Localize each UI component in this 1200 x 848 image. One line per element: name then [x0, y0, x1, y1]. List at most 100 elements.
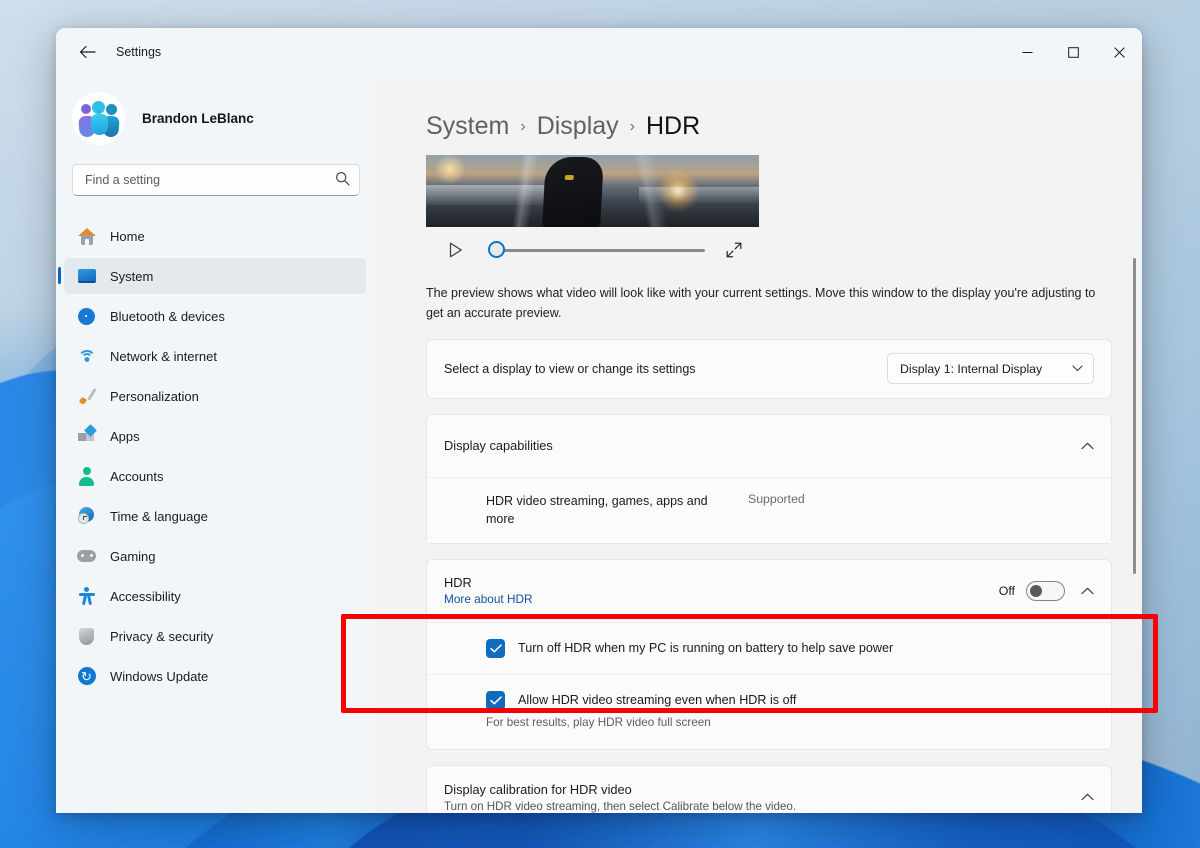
- breadcrumb-separator: ›: [520, 118, 525, 136]
- sidebar-item-label: Home: [110, 229, 145, 244]
- sidebar-item-system[interactable]: System: [64, 258, 366, 294]
- main-content: System › Display › HDR: [376, 76, 1142, 813]
- display-capabilities-header[interactable]: Display capabilities: [427, 415, 1111, 477]
- maximize-icon: [1068, 47, 1079, 58]
- apps-icon: [77, 427, 96, 446]
- sidebar-item-label: Accessibility: [110, 589, 181, 604]
- hdr-calibration-title: Display calibration for HDR video: [444, 782, 796, 797]
- sidebar-item-label: Gaming: [110, 549, 156, 564]
- minimize-button[interactable]: [1004, 28, 1050, 76]
- checkbox-checked-icon[interactable]: [486, 691, 505, 710]
- video-rail-left: [426, 185, 546, 205]
- sidebar-item-label: Personalization: [110, 389, 199, 404]
- sidebar-item-label: System: [110, 269, 153, 284]
- more-about-hdr-link[interactable]: More about HDR: [444, 592, 533, 606]
- back-button[interactable]: [70, 37, 104, 67]
- brush-icon: [77, 387, 96, 406]
- seek-track: [496, 249, 705, 252]
- sidebar-item-apps[interactable]: Apps: [64, 418, 366, 454]
- display-select-dropdown[interactable]: Display 1: Internal Display: [887, 353, 1094, 384]
- minimize-icon: [1022, 47, 1033, 58]
- update-icon: ↻: [77, 667, 96, 686]
- home-icon: [77, 227, 96, 246]
- search-box[interactable]: [72, 164, 360, 196]
- sidebar-item-gaming[interactable]: Gaming: [64, 538, 366, 574]
- wifi-icon: [77, 347, 96, 366]
- sidebar-item-label: Time & language: [110, 509, 208, 524]
- checkbox-checked-icon[interactable]: [486, 639, 505, 658]
- hdr-video-streaming-checkbox-row[interactable]: Allow HDR video streaming even when HDR …: [427, 674, 1111, 749]
- accessibility-icon: [77, 587, 96, 606]
- sidebar-item-label: Bluetooth & devices: [110, 309, 225, 324]
- arrow-left-icon: [79, 45, 96, 59]
- sidebar-item-privacy-security[interactable]: Privacy & security: [64, 618, 366, 654]
- video-preview-player: [426, 155, 759, 273]
- play-button[interactable]: [438, 242, 474, 258]
- hdr-toggle-state-label: Off: [999, 584, 1015, 598]
- toggle-knob: [1030, 585, 1042, 597]
- account-icon: [77, 467, 96, 486]
- close-button[interactable]: [1096, 28, 1142, 76]
- breadcrumb-item-display[interactable]: Display: [537, 112, 619, 141]
- chevron-down-icon: [1072, 365, 1083, 372]
- hdr-video-streaming-checkbox-label: Allow HDR video streaming even when HDR …: [518, 693, 796, 707]
- account-block[interactable]: Brandon LeBlanc: [56, 76, 376, 150]
- play-icon: [449, 242, 463, 258]
- hdr-video-streaming-hint: For best results, play HDR video full sc…: [486, 716, 796, 729]
- bluetooth-icon: ·: [77, 307, 96, 326]
- hdr-battery-checkbox-row[interactable]: Turn off HDR when my PC is running on ba…: [427, 622, 1111, 674]
- clock-globe-icon: [77, 507, 96, 526]
- sidebar: Brandon LeBlanc Home: [56, 76, 376, 813]
- hdr-header: HDR More about HDR Off: [427, 560, 1111, 622]
- hdr-toggle-group: Off: [999, 581, 1065, 601]
- sidebar-item-label: Accounts: [110, 469, 163, 484]
- maximize-button[interactable]: [1050, 28, 1096, 76]
- search-input[interactable]: [72, 164, 360, 196]
- display-selector-card: Select a display to view or change its s…: [426, 339, 1112, 399]
- display-selector-row: Select a display to view or change its s…: [427, 340, 1111, 398]
- fullscreen-button[interactable]: [717, 242, 751, 258]
- window-title: Settings: [116, 45, 161, 59]
- sidebar-item-label: Network & internet: [110, 349, 217, 364]
- settings-scroll-area: System › Display › HDR: [376, 76, 1142, 813]
- video-preview-frame: [426, 155, 759, 227]
- hdr-calibration-card: Display calibration for HDR video Turn o…: [426, 765, 1112, 813]
- video-controls: [426, 227, 759, 273]
- vertical-scrollbar[interactable]: [1133, 258, 1136, 574]
- sidebar-item-bluetooth-devices[interactable]: · Bluetooth & devices: [64, 298, 366, 334]
- preview-description: The preview shows what video will look l…: [426, 283, 1112, 324]
- chevron-up-icon[interactable]: [1081, 587, 1094, 595]
- sidebar-item-time-language[interactable]: Time & language: [64, 498, 366, 534]
- sidebar-item-home[interactable]: Home: [64, 218, 366, 254]
- sidebar-item-network-internet[interactable]: Network & internet: [64, 338, 366, 374]
- hdr-card: HDR More about HDR Off: [426, 559, 1112, 750]
- fullscreen-icon: [726, 242, 742, 258]
- sidebar-item-label: Windows Update: [110, 669, 208, 684]
- breadcrumb-item-hdr: HDR: [646, 112, 700, 141]
- system-icon: [77, 267, 96, 286]
- account-name: Brandon LeBlanc: [142, 111, 254, 126]
- sidebar-item-accessibility[interactable]: Accessibility: [64, 578, 366, 614]
- sidebar-item-accounts[interactable]: Accounts: [64, 458, 366, 494]
- display-select-value: Display 1: Internal Display: [900, 362, 1042, 376]
- sidebar-item-windows-update[interactable]: ↻ Windows Update: [64, 658, 366, 694]
- breadcrumb: System › Display › HDR: [426, 112, 1112, 141]
- close-icon: [1114, 47, 1125, 58]
- display-capabilities-card: Display capabilities HDR video streaming…: [426, 414, 1112, 545]
- hdr-title: HDR: [444, 575, 533, 590]
- video-person-silhouette: [542, 157, 604, 227]
- shield-icon: [77, 627, 96, 646]
- capability-value: Supported: [748, 492, 805, 506]
- hdr-calibration-header[interactable]: Display calibration for HDR video Turn o…: [427, 766, 1111, 813]
- display-capabilities-title: Display capabilities: [444, 438, 553, 453]
- hdr-toggle[interactable]: [1026, 581, 1065, 601]
- seek-slider[interactable]: [488, 240, 705, 260]
- seek-thumb[interactable]: [488, 241, 505, 258]
- chevron-up-icon[interactable]: [1081, 793, 1094, 801]
- window-controls: [1004, 28, 1142, 76]
- sidebar-item-personalization[interactable]: Personalization: [64, 378, 366, 414]
- breadcrumb-item-system[interactable]: System: [426, 112, 509, 141]
- chevron-up-icon[interactable]: [1081, 442, 1094, 450]
- settings-window: Settings: [56, 28, 1142, 813]
- hdr-battery-checkbox-label: Turn off HDR when my PC is running on ba…: [518, 641, 893, 655]
